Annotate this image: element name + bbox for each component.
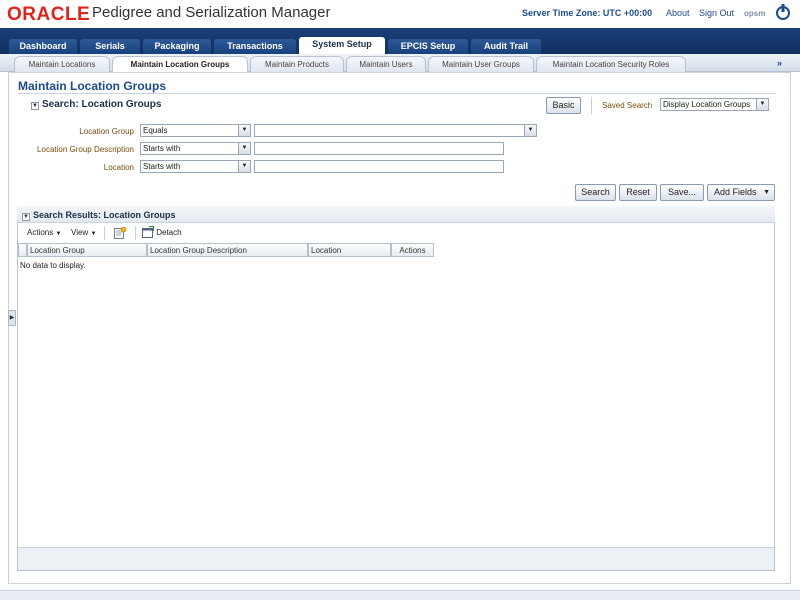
column-header-actions: Actions: [391, 243, 434, 257]
subtab-maintain-user-groups[interactable]: Maintain User Groups: [428, 56, 534, 72]
save-button[interactable]: Save...: [660, 184, 704, 201]
add-fields-button[interactable]: Add Fields ▼: [707, 184, 775, 201]
results-heading: Search Results: Location Groups: [33, 210, 176, 220]
app-title: Pedigree and Serialization Manager: [92, 4, 331, 21]
sign-out-link[interactable]: Sign Out: [699, 8, 734, 18]
page-title: Maintain Location Groups: [18, 79, 167, 93]
actions-menu[interactable]: Actions ▼: [27, 228, 61, 237]
subtab-maintain-products[interactable]: Maintain Products: [250, 56, 344, 72]
location-operator[interactable]: Starts with ▼: [140, 160, 251, 173]
location-group-label: Location Group: [79, 127, 134, 136]
saved-search-value: Display Location Groups: [663, 100, 751, 109]
chevron-down-icon: ▼: [90, 231, 97, 237]
chevron-down-icon: ▼: [763, 189, 770, 196]
empty-table-message: No data to display.: [20, 261, 86, 270]
add-fields-label: Add Fields: [714, 187, 757, 197]
dropdown-arrow-icon: ▼: [238, 161, 250, 172]
location-group-operator[interactable]: Equals ▼: [140, 124, 251, 137]
location-group-value-select[interactable]: ▼: [254, 124, 537, 137]
dropdown-arrow-icon: ▼: [238, 125, 250, 136]
server-time-zone: Server Time Zone: UTC +00:00: [522, 8, 653, 18]
signout-icon[interactable]: [775, 3, 791, 21]
search-section-header[interactable]: ▼ Search: Location Groups: [31, 99, 161, 110]
search-button[interactable]: Search: [575, 184, 616, 201]
row-header-column: [18, 243, 27, 257]
new-row-icon[interactable]: [113, 226, 127, 240]
tab-audit-trail[interactable]: Audit Trail: [471, 39, 541, 54]
results-toolbar: [18, 224, 774, 242]
tab-system-setup[interactable]: System Setup: [299, 37, 385, 54]
status-bar: [0, 590, 800, 600]
location-group-description-label: Location Group Description: [37, 145, 134, 154]
main-tab-bar: Dashboard Serials Packaging Transactions…: [0, 28, 800, 54]
tab-packaging[interactable]: Packaging: [143, 39, 211, 54]
detach-button[interactable]: Detach: [142, 225, 182, 238]
about-link[interactable]: About: [666, 8, 690, 18]
title-divider: [18, 93, 776, 94]
saved-search-label: Saved Search: [602, 101, 653, 110]
saved-search-select[interactable]: Display Location Groups ▼: [660, 98, 769, 111]
more-tabs-button[interactable]: »: [777, 58, 782, 68]
basic-button[interactable]: Basic: [546, 97, 581, 114]
subtab-maintain-location-security-roles[interactable]: Maintain Location Security Roles: [536, 56, 686, 72]
results-footer: [18, 547, 774, 570]
dropdown-arrow-icon: ▼: [524, 125, 536, 136]
search-heading: Search: Location Groups: [42, 99, 162, 110]
column-header-location-group-description[interactable]: Location Group Description: [147, 243, 308, 257]
view-label: View: [71, 228, 89, 237]
expand-panel-handle[interactable]: ▶: [8, 310, 16, 326]
disclosure-icon[interactable]: ▼: [31, 102, 39, 110]
results-section-header[interactable]: ▼ Search Results: Location Groups: [22, 210, 176, 221]
operator-value: Starts with: [143, 162, 181, 171]
location-input[interactable]: [254, 160, 504, 173]
toolbar-divider: [591, 97, 592, 114]
dropdown-arrow-icon: ▼: [238, 143, 250, 154]
column-header-location-group[interactable]: Location Group: [27, 243, 147, 257]
dropdown-arrow-icon: ▼: [756, 99, 768, 110]
tab-serials[interactable]: Serials: [80, 39, 140, 54]
column-header-location[interactable]: Location: [308, 243, 391, 257]
location-group-description-input[interactable]: [254, 142, 504, 155]
subtab-maintain-users[interactable]: Maintain Users: [346, 56, 426, 72]
results-panel: [17, 206, 775, 571]
view-menu[interactable]: View ▼: [71, 228, 96, 237]
oracle-logo: ORACLE: [7, 4, 91, 25]
tab-transactions[interactable]: Transactions: [214, 39, 296, 54]
actions-label: Actions: [27, 228, 54, 237]
disclosure-icon[interactable]: ▼: [22, 213, 30, 221]
sub-tab-bar: Maintain Locations Maintain Location Gro…: [0, 54, 800, 72]
operator-value: Starts with: [143, 144, 181, 153]
toolbar-divider: [104, 226, 105, 240]
subtab-maintain-location-groups[interactable]: Maintain Location Groups: [112, 56, 248, 72]
operator-value: Equals: [143, 126, 168, 135]
location-group-description-operator[interactable]: Starts with ▼: [140, 142, 251, 155]
location-label: Location: [103, 163, 134, 172]
tab-dashboard[interactable]: Dashboard: [9, 39, 77, 54]
subtab-maintain-locations[interactable]: Maintain Locations: [14, 56, 110, 72]
toolbar-divider: [135, 226, 136, 240]
reset-button[interactable]: Reset: [619, 184, 657, 201]
detach-label: Detach: [156, 228, 182, 237]
detach-icon: [142, 225, 155, 238]
chevron-down-icon: ▼: [55, 231, 62, 237]
username: opsm: [744, 9, 766, 18]
app-header: ORACLE Pedigree and Serialization Manage…: [0, 0, 800, 28]
tab-epcis-setup[interactable]: EPCIS Setup: [388, 39, 468, 54]
